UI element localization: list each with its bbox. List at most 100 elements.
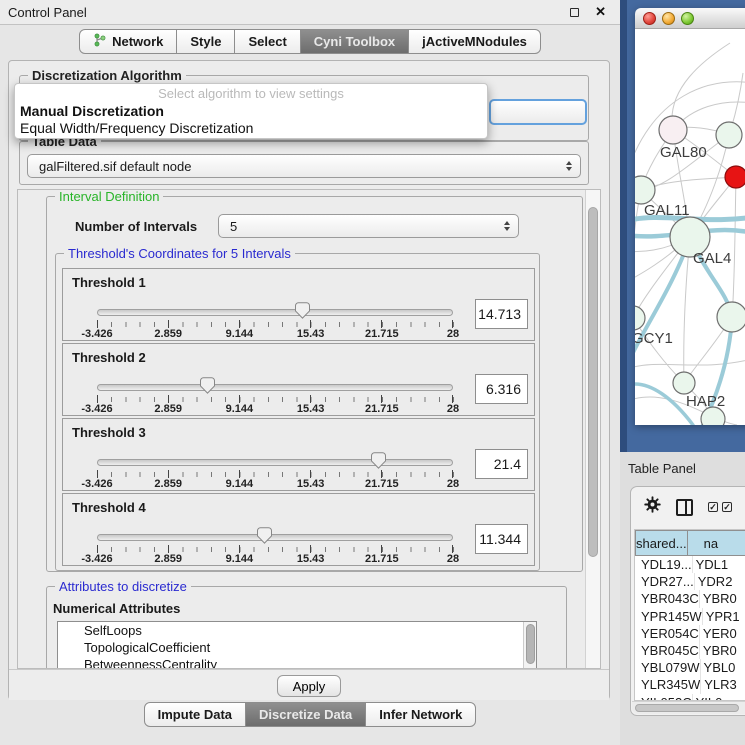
cell-name[interactable]: YLR3 (700, 676, 745, 693)
slider-thumb[interactable] (295, 302, 310, 319)
tab-discretize-data[interactable]: Discretize Data (245, 702, 366, 727)
cell-name[interactable]: YBR0 (699, 642, 745, 659)
number-of-intervals-label: Number of Intervals (75, 219, 197, 234)
cell-shared-name[interactable]: YBR043C (635, 591, 699, 606)
table-row[interactable]: YBR043C YBR0 (635, 590, 745, 607)
threshold-3-slider[interactable]: -3.426 2.859 9.144 15.43 21.715 28 (97, 419, 453, 492)
node-label-gal11: GAL11 (644, 202, 690, 219)
slider-track[interactable] (97, 534, 453, 541)
algorithm-option-manual[interactable]: Manual Discretization (19, 103, 483, 120)
node-gal80[interactable] (659, 116, 687, 144)
zoom-traffic-light-icon[interactable] (681, 12, 694, 25)
apply-button[interactable]: Apply (277, 675, 341, 697)
discretization-algorithm-legend: Discretization Algorithm (28, 68, 186, 83)
node-hap2[interactable] (673, 372, 695, 394)
window-title: Control Panel (8, 5, 87, 20)
cell-name[interactable]: YIL0 (692, 694, 745, 702)
cell-name[interactable]: YDR2 (694, 573, 745, 590)
number-of-intervals-combo[interactable]: 5 (218, 214, 519, 238)
slider-thumb[interactable] (200, 377, 215, 394)
table-row[interactable]: YDR27... YDR2 (635, 573, 745, 590)
slider-thumb[interactable] (371, 452, 386, 469)
minimize-traffic-light-icon[interactable] (662, 12, 675, 25)
tab-impute-data[interactable]: Impute Data (144, 702, 246, 727)
algorithm-option-equal-width[interactable]: Equal Width/Frequency Discretization (19, 120, 483, 137)
list-scrollbar-thumb[interactable] (526, 624, 535, 664)
column-header-shared-name[interactable]: shared... (635, 530, 688, 556)
table-row[interactable]: YIL052C YIL0 (635, 694, 745, 702)
cell-name[interactable]: YDL1 (692, 556, 745, 573)
threshold-4-value-field[interactable]: 11.344 (475, 524, 528, 554)
cell-name[interactable]: YBL0 (700, 659, 745, 676)
table-data-combo[interactable]: galFiltered.sif default node (27, 154, 581, 178)
network-graph-icon (93, 33, 107, 50)
cell-shared-name[interactable]: YDR27... (635, 574, 694, 589)
algorithm-dropdown-hint: Select algorithm to view settings (19, 86, 483, 103)
table-row[interactable]: YBL079W YBL0 (635, 659, 745, 676)
slider-thumb[interactable] (257, 527, 272, 544)
node-red-selected[interactable] (725, 166, 745, 188)
network-nodes[interactable] (635, 116, 745, 425)
algorithm-combo[interactable] (489, 99, 587, 125)
list-scrollbar[interactable] (523, 622, 536, 669)
checkbox-icon[interactable]: ✓ (708, 502, 718, 512)
table-row[interactable]: YPR145W YPR1 (635, 608, 745, 625)
checkbox-icon[interactable]: ✓ (722, 502, 732, 512)
list-item[interactable]: TopologicalCoefficient (58, 639, 536, 656)
cell-name[interactable]: YPR1 (702, 608, 745, 625)
table-horizontal-scrollbar-thumb[interactable] (635, 704, 739, 712)
node-gal11[interactable] (635, 176, 655, 204)
node-g[interactable] (716, 122, 742, 148)
table-row[interactable]: YLR345W YLR3 (635, 676, 745, 693)
numerical-attributes-list[interactable]: SelfLoops TopologicalCoefficient Between… (57, 621, 537, 669)
gear-icon[interactable] (644, 496, 661, 518)
table-row[interactable]: YBR045C YBR0 (635, 642, 745, 659)
cell-name[interactable]: YBR0 (699, 590, 745, 607)
control-panel-tabbar: Network Style Select Cyni Toolbox jActiv… (0, 29, 620, 54)
slider-track[interactable] (97, 459, 453, 466)
network-canvas[interactable]: GAL80 G C GAL11 GAL4 GCY1 H HAP2 (635, 29, 745, 425)
node-label-gal80: GAL80 (660, 144, 707, 161)
tick-label: 15.43 (289, 553, 333, 565)
list-item[interactable]: SelfLoops (58, 622, 536, 639)
cell-shared-name[interactable]: YLR345W (635, 677, 700, 692)
column-header-name[interactable]: na (687, 530, 745, 556)
tab-select[interactable]: Select (234, 29, 300, 54)
node-gcy1[interactable] (635, 306, 645, 330)
tab-jactivemnodules[interactable]: jActiveMNodules (408, 29, 541, 54)
cell-shared-name[interactable]: YBL079W (635, 660, 700, 675)
threshold-4-slider[interactable]: -3.426 2.859 9.144 15.43 21.715 28 (97, 494, 453, 567)
close-icon[interactable]: ✕ (595, 4, 606, 20)
table-panel: ✓ ✓ shared... na YDL19... YDL1 YDR27... … (630, 486, 745, 716)
tab-infer-network[interactable]: Infer Network (365, 702, 476, 727)
table-horizontal-scrollbar[interactable] (632, 701, 745, 714)
slider-track[interactable] (97, 384, 453, 391)
cell-shared-name[interactable]: YDL19... (635, 557, 692, 572)
cell-shared-name[interactable]: YBR045C (635, 643, 699, 658)
tab-style[interactable]: Style (176, 29, 235, 54)
close-traffic-light-icon[interactable] (643, 12, 656, 25)
cell-shared-name[interactable]: YER054C (635, 626, 699, 641)
threshold-1-slider[interactable]: -3.426 2.859 9.144 15.43 21.715 28 (97, 269, 453, 342)
list-item[interactable]: BetweennessCentrality (58, 656, 536, 669)
table-row[interactable]: YDL19... YDL1 (635, 556, 745, 573)
threshold-2-value-field[interactable]: 6.316 (475, 374, 528, 404)
cell-name[interactable]: YER0 (699, 625, 745, 642)
tick-label: 28 (431, 478, 475, 490)
threshold-1-value-field[interactable]: 14.713 (475, 299, 528, 329)
settings-scrollbar-thumb[interactable] (588, 207, 598, 557)
threshold-3-value-field[interactable]: 21.4 (475, 449, 528, 479)
columns-icon[interactable] (676, 499, 693, 516)
settings-scrollbar[interactable] (585, 190, 600, 668)
slider-track[interactable] (97, 309, 453, 316)
tick-label: 9.144 (217, 478, 261, 490)
table-row[interactable]: YER054C YER0 (635, 625, 745, 642)
tab-network[interactable]: Network (79, 29, 177, 54)
node-h[interactable] (717, 302, 745, 332)
cell-shared-name[interactable]: YPR145W (635, 609, 702, 624)
tick-label: 15.43 (289, 478, 333, 490)
float-window-icon[interactable] (570, 8, 579, 17)
threshold-2-slider[interactable]: -3.426 2.859 9.144 15.43 21.715 28 (97, 344, 453, 417)
network-window-titlebar[interactable] (635, 8, 745, 29)
tab-cyni-toolbox[interactable]: Cyni Toolbox (300, 29, 409, 54)
